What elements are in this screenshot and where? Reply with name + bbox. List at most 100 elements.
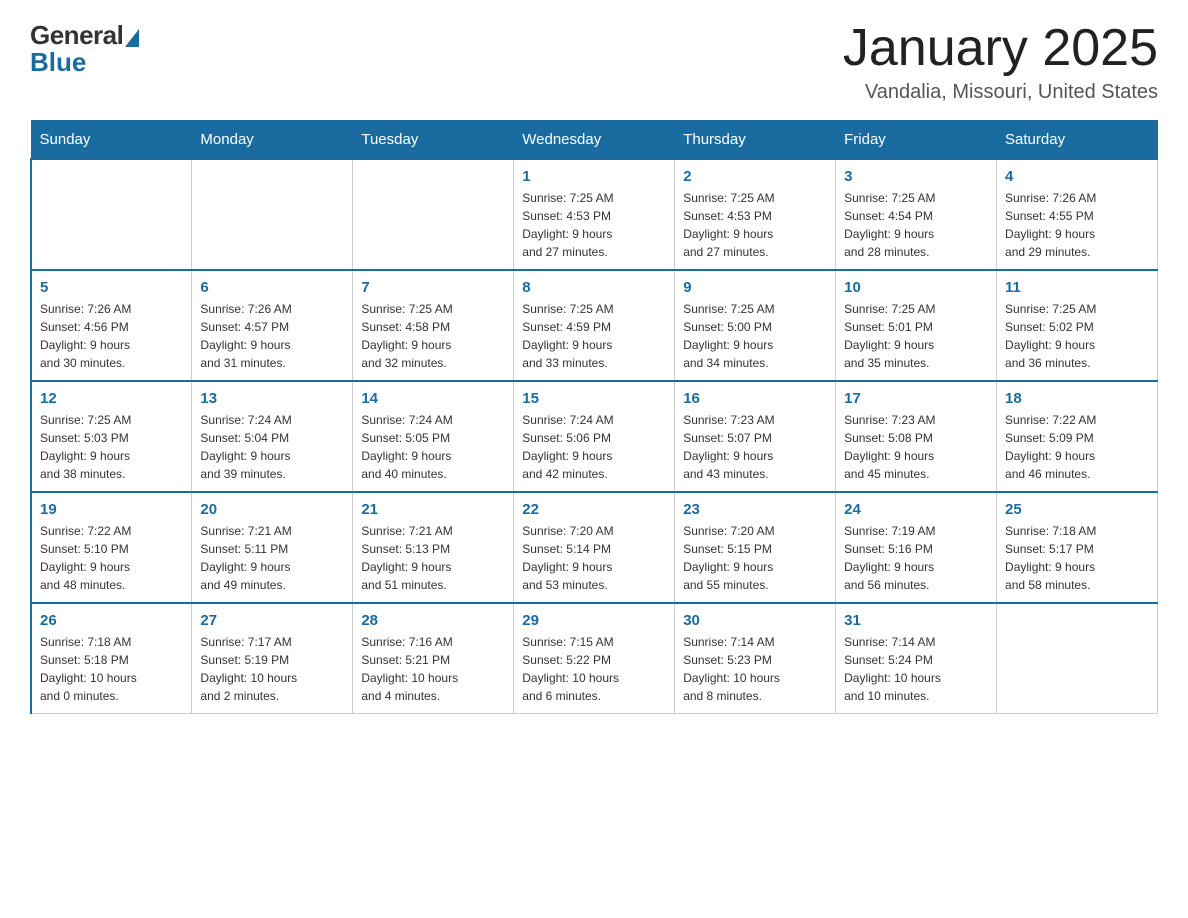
- calendar-day-cell: 10Sunrise: 7:25 AM Sunset: 5:01 PM Dayli…: [836, 270, 997, 381]
- location-text: Vandalia, Missouri, United States: [843, 81, 1158, 104]
- day-number: 31: [844, 612, 988, 629]
- day-info: Sunrise: 7:19 AM Sunset: 5:16 PM Dayligh…: [844, 522, 988, 594]
- calendar-day-header: Monday: [192, 121, 353, 160]
- day-number: 29: [522, 612, 666, 629]
- calendar-day-cell: 27 Sunrise: 7:17 AM Sunset: 5:19 PM Dayli…: [192, 603, 353, 714]
- calendar-day-header: Friday: [836, 121, 997, 160]
- day-info: Sunrise: 7:26 AM Sunset: 4:55 PM Dayligh…: [1005, 189, 1149, 261]
- day-info: Sunrise: 7:25 AM Sunset: 4:54 PM Dayligh…: [844, 189, 988, 261]
- calendar-day-cell: 26Sunrise: 7:18 AM Sunset: 5:18 PM Dayli…: [31, 603, 192, 714]
- day-info: Sunrise: 7:14 AM Sunset: 5:23 PM Dayligh…: [683, 633, 827, 705]
- day-number: 24: [844, 501, 988, 518]
- calendar-day-cell: 4 Sunrise: 7:26 AM Sunset: 4:55 PM Daylig…: [997, 159, 1158, 270]
- day-info: Sunrise: 7:25 AM Sunset: 4:53 PM Dayligh…: [683, 189, 827, 261]
- day-info: Sunrise: 7:22 AM Sunset: 5:10 PM Dayligh…: [40, 522, 183, 594]
- calendar-day-cell: 8 Sunrise: 7:25 AM Sunset: 4:59 PM Daylig…: [514, 270, 675, 381]
- calendar-day-cell: 22 Sunrise: 7:20 AM Sunset: 5:14 PM Dayli…: [514, 492, 675, 603]
- day-info: Sunrise: 7:15 AM Sunset: 5:22 PM Dayligh…: [522, 633, 666, 705]
- calendar-day-cell: 31Sunrise: 7:14 AM Sunset: 5:24 PM Dayli…: [836, 603, 997, 714]
- day-number: 13: [200, 390, 344, 407]
- day-info: Sunrise: 7:25 AM Sunset: 5:03 PM Dayligh…: [40, 411, 183, 483]
- calendar-day-header: Thursday: [675, 121, 836, 160]
- calendar-week-row: 5Sunrise: 7:26 AM Sunset: 4:56 PM Daylig…: [31, 270, 1158, 381]
- calendar-day-cell: 5Sunrise: 7:26 AM Sunset: 4:56 PM Daylig…: [31, 270, 192, 381]
- day-number: 16: [683, 390, 827, 407]
- day-number: 3: [844, 168, 988, 185]
- day-info: Sunrise: 7:25 AM Sunset: 4:59 PM Dayligh…: [522, 300, 666, 372]
- day-number: 11: [1005, 279, 1149, 296]
- day-info: Sunrise: 7:20 AM Sunset: 5:15 PM Dayligh…: [683, 522, 827, 594]
- calendar-week-row: 26Sunrise: 7:18 AM Sunset: 5:18 PM Dayli…: [31, 603, 1158, 714]
- calendar-week-row: 1 Sunrise: 7:25 AM Sunset: 4:53 PM Daylig…: [31, 159, 1158, 270]
- calendar-day-cell: 20 Sunrise: 7:21 AM Sunset: 5:11 PM Dayli…: [192, 492, 353, 603]
- day-info: Sunrise: 7:21 AM Sunset: 5:11 PM Dayligh…: [200, 522, 344, 594]
- calendar-day-cell: 28Sunrise: 7:16 AM Sunset: 5:21 PM Dayli…: [353, 603, 514, 714]
- calendar-day-header: Wednesday: [514, 121, 675, 160]
- calendar-day-header: Tuesday: [353, 121, 514, 160]
- day-info: Sunrise: 7:23 AM Sunset: 5:07 PM Dayligh…: [683, 411, 827, 483]
- day-number: 21: [361, 501, 505, 518]
- day-number: 9: [683, 279, 827, 296]
- day-number: 22: [522, 501, 666, 518]
- calendar-day-cell: 1 Sunrise: 7:25 AM Sunset: 4:53 PM Daylig…: [514, 159, 675, 270]
- day-info: Sunrise: 7:24 AM Sunset: 5:06 PM Dayligh…: [522, 411, 666, 483]
- logo-triangle-icon: [125, 29, 139, 47]
- day-info: Sunrise: 7:21 AM Sunset: 5:13 PM Dayligh…: [361, 522, 505, 594]
- day-number: 25: [1005, 501, 1149, 518]
- calendar-day-cell: 18Sunrise: 7:22 AM Sunset: 5:09 PM Dayli…: [997, 381, 1158, 492]
- calendar-day-cell: [192, 159, 353, 270]
- day-info: Sunrise: 7:25 AM Sunset: 4:53 PM Dayligh…: [522, 189, 666, 261]
- calendar-day-cell: 11 Sunrise: 7:25 AM Sunset: 5:02 PM Dayli…: [997, 270, 1158, 381]
- day-number: 17: [844, 390, 988, 407]
- day-number: 12: [40, 390, 183, 407]
- calendar-day-header: Sunday: [31, 121, 192, 160]
- calendar-day-cell: 9 Sunrise: 7:25 AM Sunset: 5:00 PM Daylig…: [675, 270, 836, 381]
- day-number: 30: [683, 612, 827, 629]
- day-number: 4: [1005, 168, 1149, 185]
- day-number: 1: [522, 168, 666, 185]
- title-block: January 2025 Vandalia, Missouri, United …: [843, 20, 1158, 104]
- calendar-day-cell: 13 Sunrise: 7:24 AM Sunset: 5:04 PM Dayli…: [192, 381, 353, 492]
- calendar-week-row: 12 Sunrise: 7:25 AM Sunset: 5:03 PM Dayli…: [31, 381, 1158, 492]
- logo-blue-text: Blue: [30, 47, 86, 78]
- day-info: Sunrise: 7:24 AM Sunset: 5:04 PM Dayligh…: [200, 411, 344, 483]
- day-number: 20: [200, 501, 344, 518]
- day-info: Sunrise: 7:20 AM Sunset: 5:14 PM Dayligh…: [522, 522, 666, 594]
- calendar-day-cell: [31, 159, 192, 270]
- calendar-table: SundayMondayTuesdayWednesdayThursdayFrid…: [30, 120, 1158, 714]
- calendar-day-cell: 6 Sunrise: 7:26 AM Sunset: 4:57 PM Daylig…: [192, 270, 353, 381]
- day-number: 19: [40, 501, 183, 518]
- day-info: Sunrise: 7:24 AM Sunset: 5:05 PM Dayligh…: [361, 411, 505, 483]
- day-info: Sunrise: 7:25 AM Sunset: 5:02 PM Dayligh…: [1005, 300, 1149, 372]
- day-info: Sunrise: 7:25 AM Sunset: 5:01 PM Dayligh…: [844, 300, 988, 372]
- calendar-day-cell: 24 Sunrise: 7:19 AM Sunset: 5:16 PM Dayli…: [836, 492, 997, 603]
- month-title: January 2025: [843, 20, 1158, 77]
- day-info: Sunrise: 7:25 AM Sunset: 4:58 PM Dayligh…: [361, 300, 505, 372]
- day-number: 5: [40, 279, 183, 296]
- calendar-day-cell: 14Sunrise: 7:24 AM Sunset: 5:05 PM Dayli…: [353, 381, 514, 492]
- day-number: 7: [361, 279, 505, 296]
- calendar-day-cell: 30 Sunrise: 7:14 AM Sunset: 5:23 PM Dayli…: [675, 603, 836, 714]
- day-number: 6: [200, 279, 344, 296]
- day-number: 15: [522, 390, 666, 407]
- day-info: Sunrise: 7:26 AM Sunset: 4:57 PM Dayligh…: [200, 300, 344, 372]
- calendar-day-cell: 3 Sunrise: 7:25 AM Sunset: 4:54 PM Daylig…: [836, 159, 997, 270]
- calendar-day-header: Saturday: [997, 121, 1158, 160]
- calendar-day-cell: 7 Sunrise: 7:25 AM Sunset: 4:58 PM Daylig…: [353, 270, 514, 381]
- calendar-day-cell: 29 Sunrise: 7:15 AM Sunset: 5:22 PM Dayli…: [514, 603, 675, 714]
- calendar-day-cell: 2Sunrise: 7:25 AM Sunset: 4:53 PM Daylig…: [675, 159, 836, 270]
- day-number: 26: [40, 612, 183, 629]
- day-number: 27: [200, 612, 344, 629]
- day-number: 18: [1005, 390, 1149, 407]
- calendar-day-cell: 17 Sunrise: 7:23 AM Sunset: 5:08 PM Dayli…: [836, 381, 997, 492]
- day-info: Sunrise: 7:17 AM Sunset: 5:19 PM Dayligh…: [200, 633, 344, 705]
- calendar-day-cell: [353, 159, 514, 270]
- calendar-day-cell: 21 Sunrise: 7:21 AM Sunset: 5:13 PM Dayli…: [353, 492, 514, 603]
- page-header: General Blue January 2025 Vandalia, Miss…: [30, 20, 1158, 104]
- calendar-header-row: SundayMondayTuesdayWednesdayThursdayFrid…: [31, 121, 1158, 160]
- day-number: 8: [522, 279, 666, 296]
- calendar-week-row: 19 Sunrise: 7:22 AM Sunset: 5:10 PM Dayli…: [31, 492, 1158, 603]
- day-info: Sunrise: 7:25 AM Sunset: 5:00 PM Dayligh…: [683, 300, 827, 372]
- day-info: Sunrise: 7:23 AM Sunset: 5:08 PM Dayligh…: [844, 411, 988, 483]
- calendar-day-cell: 23Sunrise: 7:20 AM Sunset: 5:15 PM Dayli…: [675, 492, 836, 603]
